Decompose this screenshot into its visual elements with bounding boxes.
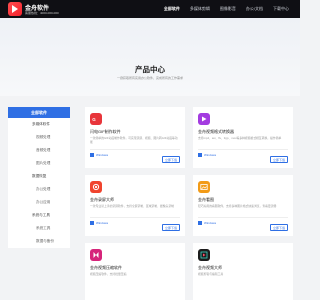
product-name: 金舟看图 [198,197,214,202]
windows-icon [198,153,202,157]
video-convert-icon [198,113,210,125]
windows-icon [90,221,94,225]
os-label: Windows [204,221,217,225]
page-subtitle: 一键获取所有实用办公软件，完成所有的工作需求 [116,76,183,80]
hero-banner: 产品中心 一键获取所有实用办公软件，完成所有的工作需求 [0,18,300,96]
product-desc: 一款简单的GIF动画制作软件，可实现录屏、视频、图片转GIF动画等功能 [90,136,178,145]
svg-text:G: G [92,117,96,122]
download-button[interactable]: 立即下载 [162,224,180,231]
sidebar-item-system[interactable]: 系统与工具 [8,209,70,222]
os-badge: Windows [90,152,108,158]
sidebar-item-audio[interactable]: 音频处理 [8,144,70,157]
product-desc: 一款专业易上手的录屏软件，支持全屏录制、区域录制、摄像头录制 [90,204,174,208]
product-desc: 视频压缩软件，支持批量压缩 [90,272,127,276]
top-nav: 金舟软件 客服热线：4000-000-000 全部软件 多媒体剪辑 图像影音 办… [0,0,300,18]
sidebar-item-image[interactable]: 图片处理 [8,157,70,170]
hotline-text: 客服热线：4000-000-000 [25,11,59,15]
page-title: 产品中心 [135,65,165,74]
logo-mark-icon [12,5,18,13]
card-divider [198,217,288,218]
card-divider [198,149,288,150]
download-button[interactable]: 立即下载 [162,156,180,163]
product-card[interactable]: 金舟录屏大师 一款专业易上手的录屏软件，支持全屏录制、区域录制、摄像头录制 Wi… [85,175,185,236]
product-card[interactable]: 金舟视频格式转换器 支持mp4、avi、flv、3gp、mov等多种视频格式相互… [193,107,293,168]
product-card[interactable]: G 闪电GIF制作软件 一款简单的GIF动画制作软件，可实现录屏、视频、图片转G… [85,107,185,168]
product-name: 闪电GIF制作软件 [90,129,121,134]
sidebar-item-multimedia[interactable]: 多媒体软件 [8,118,70,131]
download-button[interactable]: 立即下载 [270,156,288,163]
sidebar-item-backup[interactable]: 数据与备份 [8,235,70,248]
os-label: Windows [96,221,109,225]
os-badge: Windows [198,152,216,158]
nav-item-image-av[interactable]: 图像影音 [215,0,241,18]
product-name: 金舟视频格式转换器 [198,129,234,134]
sidebar-item-all[interactable]: 全部软件 [8,107,70,118]
nav-item-download[interactable]: 下载中心 [268,0,294,18]
sidebar-item-office-process[interactable]: 办公处理 [8,183,70,196]
product-desc: 支持mp4、avi、flv、3gp、mov等多种视频格式相互转换，操作简单 [198,136,282,140]
card-divider [90,217,180,218]
gif-icon: G [90,113,102,125]
sidebar-item-system-tools[interactable]: 系统工具 [8,222,70,235]
category-sidebar: 全部软件 多媒体软件 视频处理 音频处理 图片处理 数据恢复 办公处理 办公应用… [8,107,70,248]
image-viewer-icon [198,181,210,193]
sidebar-item-video[interactable]: 视频处理 [8,131,70,144]
os-label: Windows [96,153,109,157]
windows-icon [90,153,94,157]
product-desc: 轻巧好用的看图软件，支持多种图片格式快速浏览，查看更流畅 [198,204,277,208]
nav-item-office[interactable]: 办公/文档 [241,0,268,18]
video-compress-icon [90,249,102,261]
product-name: 金舟视频大师 [198,265,222,270]
product-desc: 视频剪辑与编辑工具 [198,272,224,276]
video-master-icon [198,249,210,261]
nav-menu: 全部软件 多媒体剪辑 图像影音 办公/文档 下载中心 [159,0,294,18]
os-label: Windows [204,153,217,157]
product-name: 金舟视频压缩软件 [90,265,122,270]
screen-record-icon [90,181,102,193]
brand-logo[interactable] [8,2,22,16]
sidebar-item-office-apps[interactable]: 办公应用 [8,196,70,209]
nav-item-multimedia[interactable]: 多媒体剪辑 [185,0,215,18]
nav-item-all-software[interactable]: 全部软件 [159,0,185,18]
windows-icon [198,221,202,225]
product-card[interactable]: 金舟看图 轻巧好用的看图软件，支持多种图片格式快速浏览，查看更流畅 Window… [193,175,293,236]
download-button[interactable]: 立即下载 [270,224,288,231]
sidebar-item-recovery[interactable]: 数据恢复 [8,170,70,183]
os-badge: Windows [198,220,216,226]
product-card[interactable]: 金舟视频压缩软件 视频压缩软件，支持批量压缩 [85,243,185,300]
product-name: 金舟录屏大师 [90,197,114,202]
card-divider [90,149,180,150]
product-card[interactable]: 金舟视频大师 视频剪辑与编辑工具 [193,243,293,300]
os-badge: Windows [90,220,108,226]
